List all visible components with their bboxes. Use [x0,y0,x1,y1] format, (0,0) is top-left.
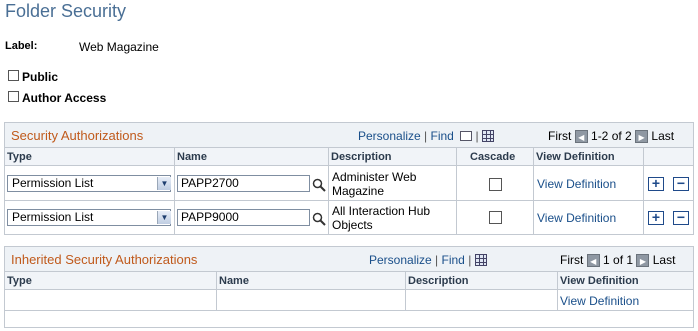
name-input[interactable]: PAPP9000 [177,209,310,226]
find-link[interactable]: Find [442,253,465,267]
lookup-icon[interactable] [312,212,326,226]
row-range: 1 of 1 [603,253,634,267]
type-select[interactable]: Permission List [7,209,171,226]
separator: | [424,129,428,143]
view-definition-link[interactable]: View Definition [537,177,616,191]
lookup-icon[interactable] [312,178,326,192]
next-arrow-icon[interactable]: ▶ [635,130,649,143]
grid-title: Inherited Security Authorizations [11,252,198,267]
cascade-checkbox[interactable] [489,178,502,191]
separator: | [475,129,479,143]
cascade-checkbox[interactable] [489,211,502,224]
inherited-security-authorizations-grid: Inherited Security Authorizations Person… [4,246,694,328]
last-label: Last [652,253,676,267]
prev-arrow-icon[interactable]: ◀ [586,254,600,267]
separator: | [435,253,439,267]
label-caption: Label: [5,40,38,52]
last-label: Last [651,129,675,143]
security-authorizations-grid: Security Authorizations Personalize | Fi… [4,122,694,235]
add-row-button[interactable]: + [648,176,664,191]
grid-title: Security Authorizations [11,128,144,143]
public-checkbox[interactable] [8,70,19,81]
chevron-down-icon[interactable]: ▼ [157,177,171,190]
remove-row-button[interactable]: − [673,176,689,191]
first-label: First [548,129,572,143]
separator: | [468,253,472,267]
column-header-type: Type [7,151,32,163]
column-header-view-definition: View Definition [560,275,639,287]
type-select[interactable]: Permission List [7,175,171,192]
page-title: Folder Security [5,1,127,21]
label-value: Web Magazine [79,40,159,54]
column-header-view-definition: View Definition [536,151,615,163]
description-text: Administer Web Magazine [332,170,417,198]
column-header-name: Name [177,151,207,163]
prev-arrow-icon[interactable]: ◀ [574,130,588,143]
download-icon[interactable] [482,130,495,142]
view-definition-link[interactable]: View Definition [560,294,639,308]
author-access-label: Author Access [22,91,107,105]
column-header-cascade: Cascade [470,151,516,163]
public-label: Public [22,70,59,84]
description-text: All Interaction Hub Objects [332,204,431,232]
column-header-type: Type [7,275,32,287]
column-header-description: Description [331,151,392,163]
personalize-link[interactable]: Personalize [369,253,432,267]
column-header-description: Description [408,275,469,287]
zoom-icon[interactable] [460,131,473,141]
chevron-down-icon[interactable]: ▼ [157,211,171,224]
personalize-link[interactable]: Personalize [358,129,421,143]
download-icon[interactable] [474,254,487,266]
find-link[interactable]: Find [431,129,454,143]
author-access-checkbox[interactable] [8,91,19,102]
view-definition-link[interactable]: View Definition [537,211,616,225]
column-header-name: Name [219,275,249,287]
name-input[interactable]: PAPP2700 [177,175,310,192]
row-range: 1-2 of 2 [591,129,632,143]
remove-row-button[interactable]: − [673,210,689,225]
next-arrow-icon[interactable]: ▶ [636,254,650,267]
first-label: First [560,253,584,267]
add-row-button[interactable]: + [648,210,664,225]
